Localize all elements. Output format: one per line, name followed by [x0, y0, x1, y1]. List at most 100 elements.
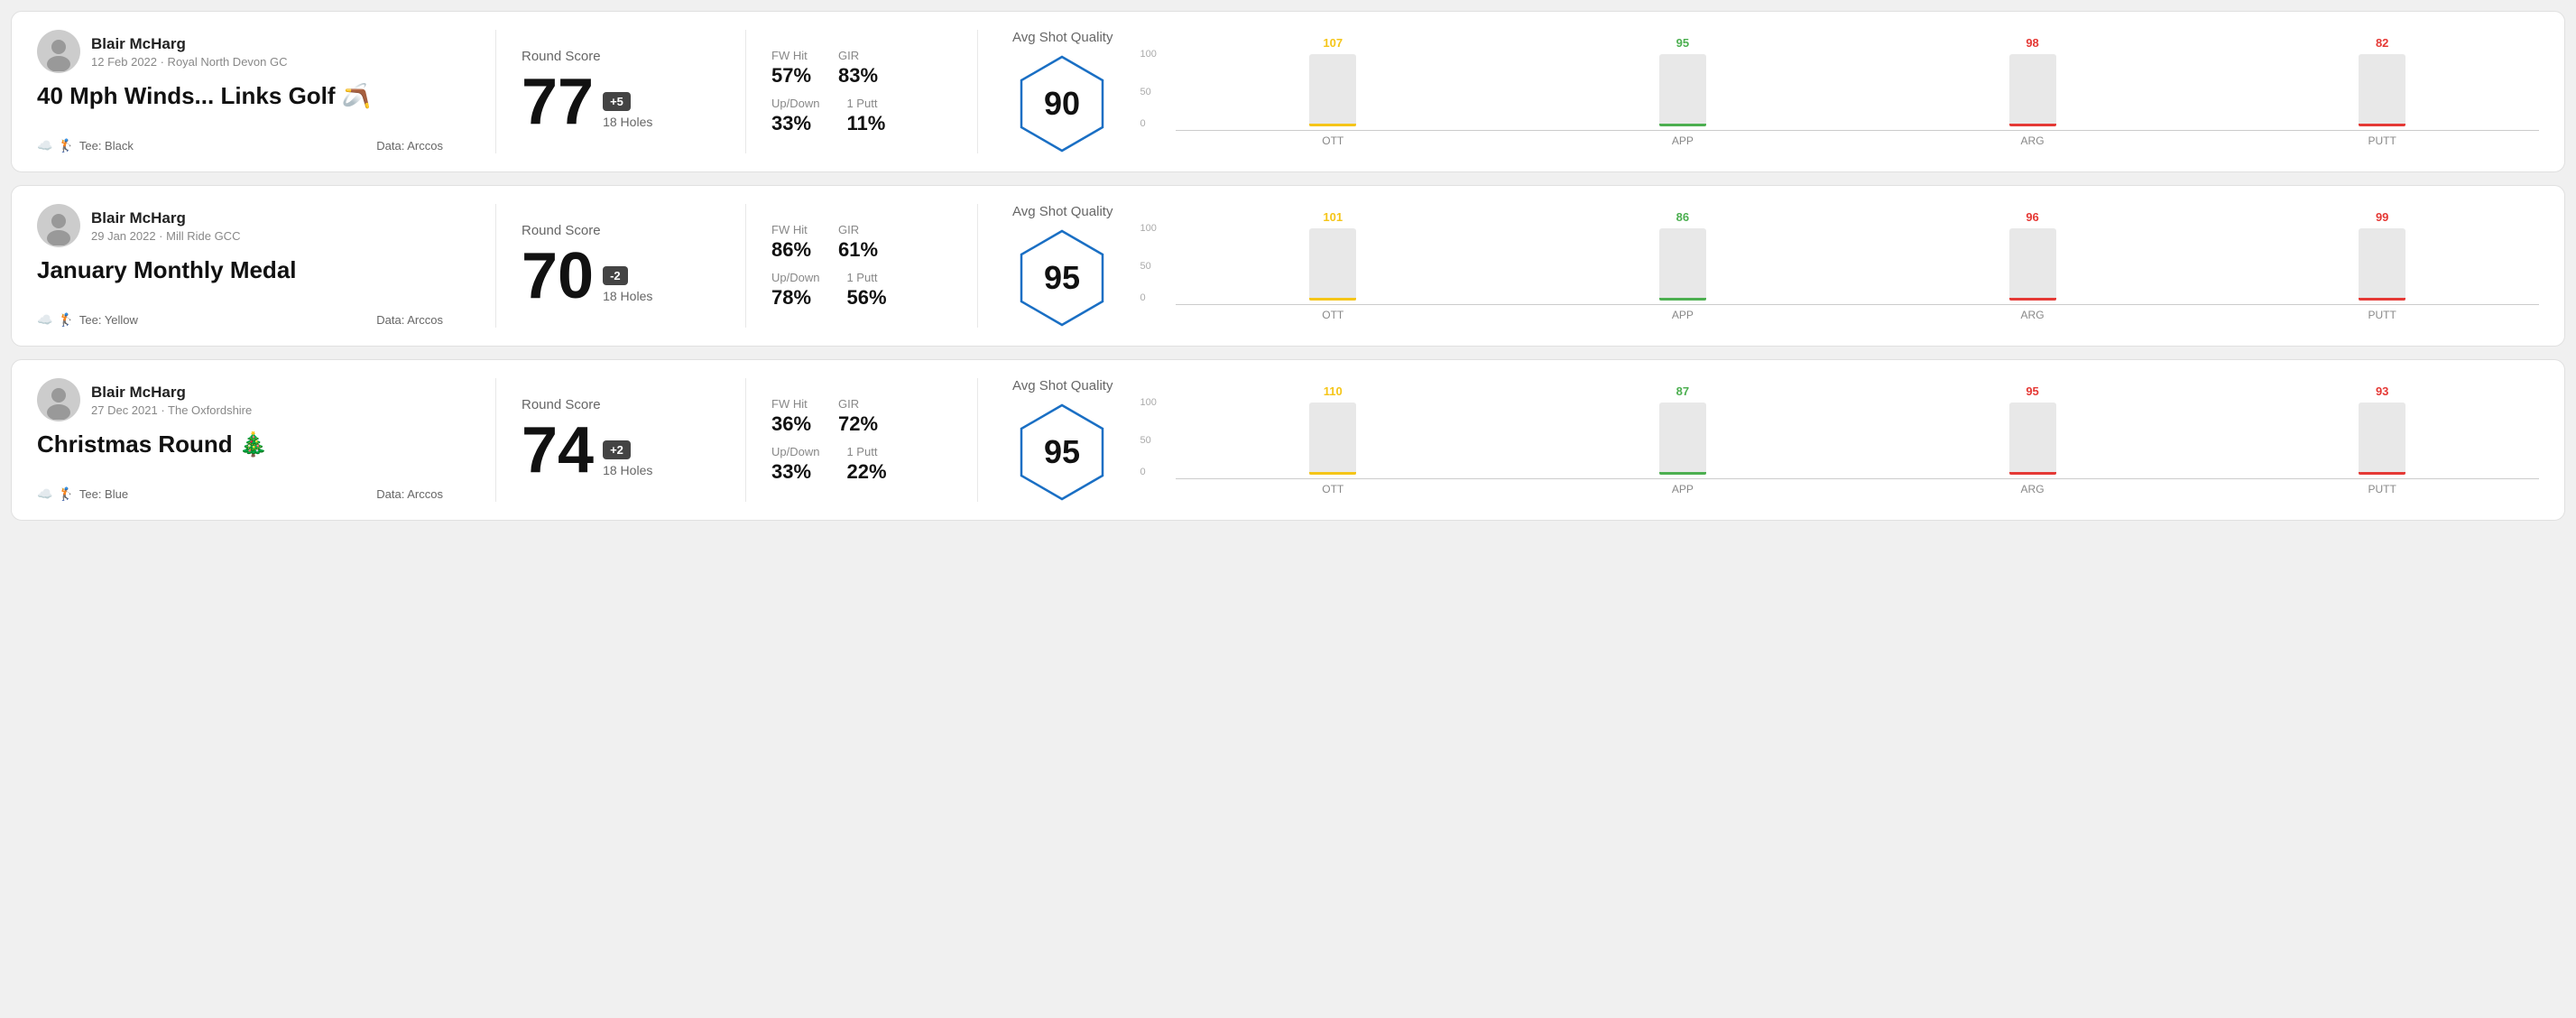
bars-area: 110 87 95 93: [1176, 384, 2539, 475]
quality-section-1: Avg Shot Quality 90 100 50 0 107: [1003, 30, 2539, 153]
score-badge-2: -2: [603, 266, 628, 285]
bar-column-putt: 93: [2225, 384, 2539, 475]
score-main-1: 77 +5 18 Holes: [522, 69, 720, 134]
divider-left-3: [495, 378, 496, 502]
bar-value-putt: 82: [2376, 36, 2388, 50]
bar-column-app: 87: [1526, 384, 1840, 475]
hexagon-1: 90: [1012, 54, 1112, 153]
score-holes-3: 18 Holes: [603, 463, 652, 477]
score-main-2: 70 -2 18 Holes: [522, 244, 720, 309]
hexagon-3: 95: [1012, 403, 1112, 502]
quality-section-3: Avg Shot Quality 95 100 50 0 110: [1003, 378, 2539, 502]
score-label-1: Round Score: [522, 49, 720, 64]
bars-area: 101 86 96 99: [1176, 210, 2539, 301]
bars-area: 107 95 98 82: [1176, 36, 2539, 126]
card-footer-3: ☁️ 🏌️ Tee: Blue Data: Arccos: [37, 486, 443, 502]
bar-column-ott: 110: [1176, 384, 1490, 475]
bar-xlabel-putt: PUTT: [2225, 309, 2539, 321]
fw-hit-3: FW Hit 36%: [771, 397, 811, 436]
round-title-2: January Monthly Medal: [37, 256, 443, 284]
stats-row-bot-1: Up/Down 33% 1 Putt 11%: [771, 97, 952, 135]
bar-value-ott: 110: [1324, 384, 1343, 398]
gir-value-2: 61%: [838, 238, 878, 262]
one-putt-label-2: 1 Putt: [846, 271, 886, 284]
axis-line: [1176, 130, 2539, 131]
tee-info-2: ☁️ 🏌️ Tee: Yellow: [37, 312, 138, 328]
y-label-100: 100: [1140, 397, 1156, 408]
tee-label-2: Tee: Yellow: [79, 313, 138, 327]
stats-row-top-1: FW Hit 57% GIR 83%: [771, 49, 952, 88]
y-label-0: 0: [1140, 118, 1145, 129]
divider-right-3: [977, 378, 978, 502]
data-source-2: Data: Arccos: [376, 313, 443, 327]
bar-xlabel-arg: ARG: [1876, 309, 2190, 321]
stats-section-1: FW Hit 57% GIR 83% Up/Down 33% 1 Putt: [771, 30, 952, 153]
hexagon-score-3: 95: [1044, 433, 1080, 471]
card-left-2: Blair McHarg 29 Jan 2022 · Mill Ride GCC…: [37, 204, 470, 328]
score-badge-3: +2: [603, 440, 631, 459]
quality-label-2: Avg Shot Quality: [1012, 204, 1113, 219]
bar-value-putt: 93: [2376, 384, 2388, 398]
gir-value-3: 72%: [838, 412, 878, 436]
up-down-2: Up/Down 78%: [771, 271, 819, 310]
divider-right-1: [977, 30, 978, 153]
round-card-1: Blair McHarg 12 Feb 2022 · Royal North D…: [11, 11, 2565, 172]
bar-value-ott: 107: [1323, 36, 1343, 50]
weather-icon-1: ☁️: [37, 138, 52, 153]
gir-2: GIR 61%: [838, 223, 878, 262]
quality-label-3: Avg Shot Quality: [1012, 378, 1113, 393]
user-info-1: Blair McHarg 12 Feb 2022 · Royal North D…: [91, 35, 288, 69]
round-card-2: Blair McHarg 29 Jan 2022 · Mill Ride GCC…: [11, 185, 2565, 347]
bar-xlabel-putt: PUTT: [2225, 134, 2539, 147]
score-number-1: 77: [522, 69, 594, 134]
gir-label-2: GIR: [838, 223, 878, 236]
x-labels: OTTAPPARGPUTT: [1176, 309, 2539, 321]
quality-label-1: Avg Shot Quality: [1012, 30, 1113, 45]
round-title-3: Christmas Round 🎄: [37, 430, 443, 458]
user-name-3: Blair McHarg: [91, 384, 252, 402]
tee-info-3: ☁️ 🏌️ Tee: Blue: [37, 486, 128, 502]
bar-value-app: 95: [1676, 36, 1689, 50]
score-number-3: 74: [522, 418, 594, 483]
score-badge-block-1: +5 18 Holes: [603, 92, 652, 134]
score-section-1: Round Score 77 +5 18 Holes: [522, 30, 720, 153]
bar-xlabel-arg: ARG: [1876, 483, 2190, 495]
y-label-0: 0: [1140, 292, 1145, 303]
bar-value-app: 86: [1676, 210, 1689, 224]
score-badge-block-2: -2 18 Holes: [603, 266, 652, 309]
up-down-value-2: 78%: [771, 286, 819, 310]
user-header-2: Blair McHarg 29 Jan 2022 · Mill Ride GCC: [37, 204, 443, 247]
score-section-2: Round Score 70 -2 18 Holes: [522, 204, 720, 328]
user-date-1: 12 Feb 2022 · Royal North Devon GC: [91, 55, 288, 69]
bar-column-arg: 96: [1876, 210, 2190, 301]
one-putt-3: 1 Putt 22%: [846, 445, 886, 484]
one-putt-value-2: 56%: [846, 286, 886, 310]
up-down-label-1: Up/Down: [771, 97, 819, 110]
x-labels: OTTAPPARGPUTT: [1176, 483, 2539, 495]
round-title-1: 40 Mph Winds... Links Golf 🪃: [37, 82, 443, 110]
bar-value-app: 87: [1676, 384, 1689, 398]
divider-mid-2: [745, 204, 746, 328]
gir-label-1: GIR: [838, 49, 878, 62]
bar-chart: 100 50 0 101 86 96: [1140, 210, 2539, 321]
hexagon-2: 95: [1012, 228, 1112, 328]
stats-row-bot-2: Up/Down 78% 1 Putt 56%: [771, 271, 952, 310]
user-info-2: Blair McHarg 29 Jan 2022 · Mill Ride GCC: [91, 209, 240, 243]
round-card-3: Blair McHarg 27 Dec 2021 · The Oxfordshi…: [11, 359, 2565, 521]
axis-line: [1176, 478, 2539, 479]
stats-section-2: FW Hit 86% GIR 61% Up/Down 78% 1 Putt: [771, 204, 952, 328]
bar-value-arg: 96: [2026, 210, 2038, 224]
weather-icon-3: ☁️: [37, 486, 52, 502]
quality-left-3: Avg Shot Quality 95: [1012, 378, 1113, 502]
quality-section-2: Avg Shot Quality 95 100 50 0 101: [1003, 204, 2539, 328]
user-header-3: Blair McHarg 27 Dec 2021 · The Oxfordshi…: [37, 378, 443, 421]
up-down-label-2: Up/Down: [771, 271, 819, 284]
up-down-3: Up/Down 33%: [771, 445, 819, 484]
bar-chart: 100 50 0 110 87 95: [1140, 384, 2539, 495]
bar-column-app: 95: [1526, 36, 1840, 126]
divider-right-2: [977, 204, 978, 328]
bar-value-arg: 98: [2026, 36, 2038, 50]
gir-1: GIR 83%: [838, 49, 878, 88]
bar-value-ott: 101: [1323, 210, 1343, 224]
gir-label-3: GIR: [838, 397, 878, 411]
